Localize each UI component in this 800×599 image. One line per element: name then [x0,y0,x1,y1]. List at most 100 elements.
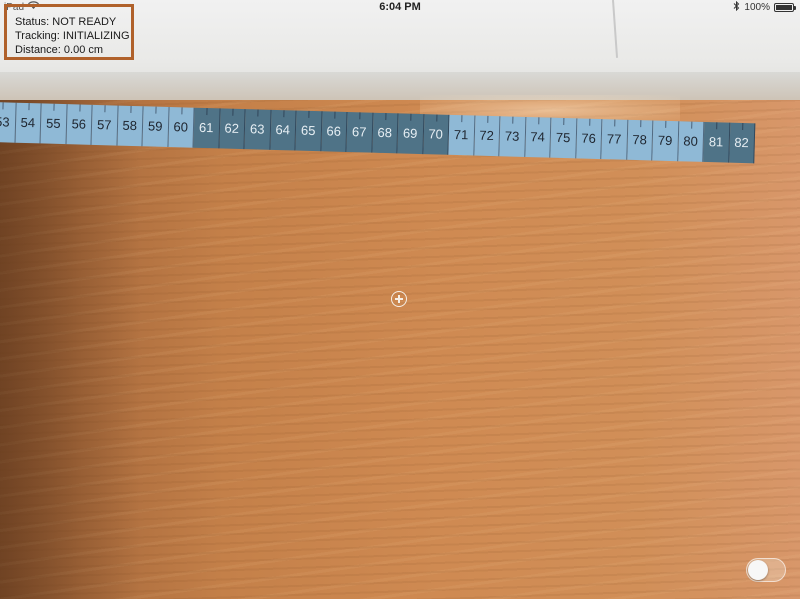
status-text: Status: NOT READY [15,16,117,28]
tape-mark-78: 78 [626,119,654,161]
tape-label: 79 [657,132,673,149]
tape-label: 59 [147,118,163,134]
tape-tick [410,113,412,121]
tape-mark-57: 57 [91,104,119,146]
tape-label: 68 [377,124,393,141]
tape-tick [206,108,208,116]
battery-percent: 100% [744,2,770,13]
tape-label: 74 [530,129,546,145]
tape-label: 72 [479,127,495,144]
tape-label: 81 [708,134,724,150]
tape-label: 73 [504,128,520,144]
toggle-knob[interactable] [748,560,768,580]
tape-mark-56: 56 [65,104,93,145]
tape-tick [461,115,463,123]
tape-tick [257,109,259,117]
tape-label: 57 [96,116,112,133]
tape-label: 77 [606,131,622,147]
status-bar-right: 100% [733,0,796,14]
tape-tick [53,103,55,111]
distance-text: Distance: 0.00 cm [15,44,104,56]
tape-tick [283,110,285,118]
tape-mark-67: 67 [346,111,373,153]
tape-tick [334,111,336,119]
tape-label: 71 [453,126,469,143]
tape-tick [385,113,387,121]
tape-tick [232,108,234,116]
tape-mark-54: 54 [15,102,42,144]
tape-label: 80 [683,133,699,149]
tape-tick [639,120,642,128]
tape-label: 82 [734,134,749,151]
tape-mark-66: 66 [320,111,348,152]
battery-fill [776,5,792,10]
tape-label: 75 [555,129,571,146]
table-shadow [0,100,140,599]
tape-label: 60 [173,119,189,135]
tape-mark-68: 68 [371,112,399,154]
tape-mark-76: 76 [575,118,603,160]
tape-mark-53: 53 [0,102,17,143]
tape-tick [2,102,4,110]
tape-tick [665,120,667,128]
tape-tick [308,110,310,118]
tracking-text: Tracking: INITIALIZING [15,30,130,42]
tape-tick [563,118,565,126]
tape-mark-71: 71 [448,114,475,156]
tape-label: 70 [428,126,444,142]
tape-tick [28,103,30,111]
tape-mark-80: 80 [677,121,705,162]
tape-tick [588,118,591,126]
tape-mark-72: 72 [473,115,501,157]
tape-tick [181,107,183,115]
tape-mark-61: 61 [193,107,221,149]
tape-mark-69: 69 [397,113,424,155]
tape-label: 62 [224,120,240,136]
tape-label: 69 [402,125,418,141]
tape-mark-73: 73 [499,116,526,157]
tape-mark-82: 82 [728,122,756,164]
tape-tick [487,115,489,123]
battery-icon [774,3,796,12]
tape-label: 61 [198,119,214,136]
tape-label: 58 [122,117,138,134]
tape-mark-64: 64 [269,109,297,151]
tape-label: 65 [300,122,316,139]
tape-tick [690,121,693,129]
tape-tick [436,114,438,122]
tape-label: 64 [275,121,291,138]
tape-mark-65: 65 [295,110,323,152]
tape-mark-75: 75 [550,117,577,159]
tape-mark-58: 58 [116,105,144,147]
tape-mark-74: 74 [524,116,552,158]
tape-tick [512,116,514,124]
tape-tick [130,105,132,113]
tape-mark-79: 79 [652,120,679,162]
tape-tick [79,104,81,112]
tape-label: 67 [351,124,367,140]
tape-mark-55: 55 [40,103,68,145]
tape-mark-77: 77 [601,119,628,160]
tape-label: 56 [71,116,87,132]
tape-label: 55 [45,115,61,131]
crosshair-plus-icon[interactable] [391,291,407,307]
tape-tick [359,112,361,120]
tape-tick [155,106,157,114]
tape-tick [716,122,718,130]
tape-mark-70: 70 [422,114,450,155]
tape-label: 78 [632,131,648,148]
tape-label: 63 [249,121,265,137]
tape-label: 76 [581,130,597,146]
tape-tick [614,119,616,127]
tape-label: 53 [0,114,10,130]
ar-toggle-switch[interactable] [746,558,786,582]
tape-mark-62: 62 [218,108,246,150]
tape-mark-59: 59 [142,106,170,147]
tape-mark-63: 63 [244,109,272,150]
tape-mark-81: 81 [703,121,730,163]
bluetooth-icon [733,0,740,14]
tape-mark-60: 60 [167,106,195,148]
tape-tick [537,117,540,125]
tape-tick [741,122,744,131]
tape-tick [104,105,106,113]
